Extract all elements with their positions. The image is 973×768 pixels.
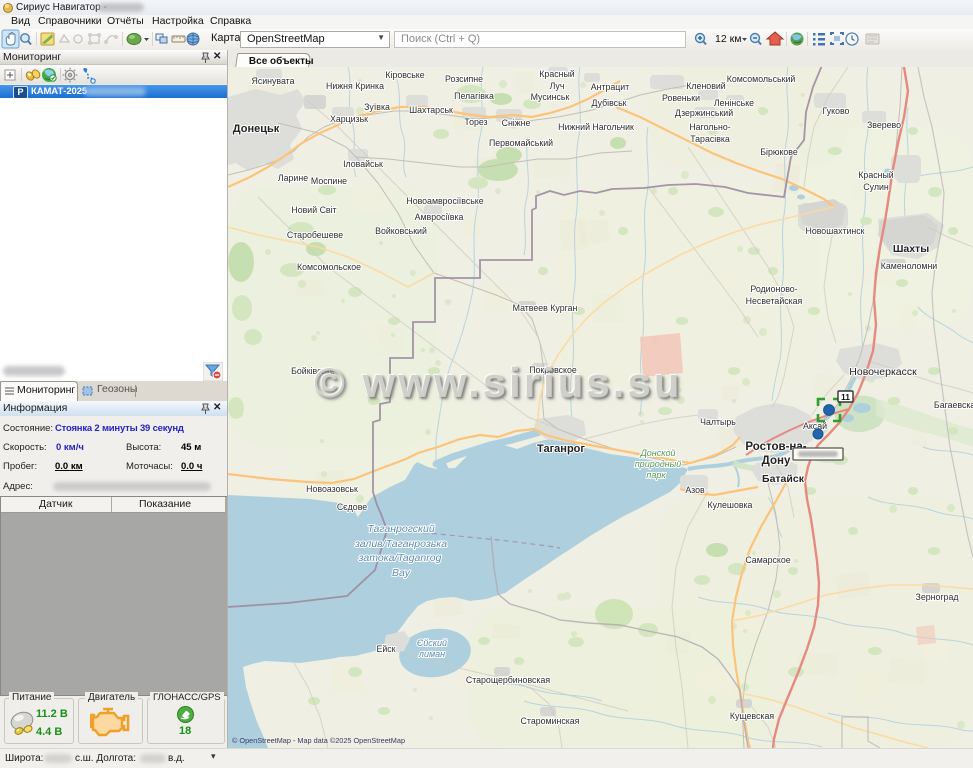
svg-text:Луч: Луч: [550, 81, 565, 91]
svg-text:Новошахтинск: Новошахтинск: [805, 226, 864, 236]
svg-text:Єйский: Єйский: [417, 638, 447, 648]
svg-text:Войковський: Войковський: [375, 226, 427, 236]
svg-text:12 км: 12 км: [715, 33, 741, 45]
svg-text:Зерноград: Зерноград: [916, 592, 959, 602]
svg-text:Ясинувата: Ясинувата: [251, 76, 294, 86]
svg-text:Моспине: Моспине: [311, 176, 347, 186]
svg-text:Шахты: Шахты: [893, 243, 929, 255]
svg-text:Сніжне: Сніжне: [502, 118, 531, 128]
svg-text:Новоамвросіївське: Новоамвросіївське: [406, 196, 483, 206]
svg-text:Зверево: Зверево: [867, 120, 901, 130]
svg-text:Нижня Кринка: Нижня Кринка: [326, 81, 384, 91]
svg-text:Дубівськ: Дубівськ: [591, 98, 626, 108]
svg-text:Каменоломни: Каменоломни: [881, 261, 938, 271]
svg-text:Староминская: Староминская: [521, 716, 580, 726]
svg-text:Родионово-: Родионово-: [750, 284, 797, 294]
svg-text:Батайск: Батайск: [762, 473, 805, 485]
svg-text:природный: природный: [635, 459, 682, 469]
svg-text:Кулешовка: Кулешовка: [708, 500, 753, 510]
svg-text:Багаевская: Багаевская: [934, 400, 973, 410]
svg-text:11: 11: [841, 392, 850, 402]
svg-text:парк: парк: [646, 470, 666, 480]
svg-text:Сєдове: Сєдове: [337, 502, 367, 512]
svg-text:Ларине: Ларине: [278, 173, 308, 183]
svg-text:Таганрог: Таганрог: [537, 443, 585, 455]
svg-text:Дзержинський: Дзержинський: [675, 108, 733, 118]
svg-text:Амвросіївка: Амвросіївка: [415, 212, 464, 222]
svg-text:Самарское: Самарское: [745, 555, 790, 565]
svg-text:Старощербиновская: Старощербиновская: [466, 675, 550, 685]
svg-text:Чалтырь: Чалтырь: [700, 417, 736, 427]
svg-text:Донецьк: Донецьк: [233, 123, 280, 135]
svg-text:Таганрогский: Таганрогский: [367, 523, 434, 535]
svg-text:Мусинськ: Мусинськ: [531, 92, 570, 102]
svg-text:Новочеркасск: Новочеркасск: [849, 366, 917, 378]
svg-text:Первомайський: Первомайський: [489, 138, 553, 148]
svg-text:Гуково: Гуково: [823, 106, 850, 116]
svg-text:Зуївка: Зуївка: [364, 102, 390, 112]
svg-text:Кіровське: Кіровське: [385, 70, 424, 80]
svg-text:Харцизьк: Харцизьк: [330, 114, 368, 124]
svg-text:Пелагівка: Пелагівка: [454, 91, 494, 101]
svg-text:Дону: Дону: [762, 455, 791, 467]
svg-text:Азов: Азов: [685, 485, 705, 495]
svg-text:Bay: Bay: [392, 567, 411, 579]
svg-text:Красный: Красный: [539, 69, 574, 79]
svg-text:Несветайская: Несветайская: [746, 296, 803, 306]
svg-text:Ровеньки: Ровеньки: [662, 93, 700, 103]
svg-text:Торез: Торез: [464, 117, 487, 127]
svg-text:Нагольно-: Нагольно-: [689, 122, 730, 132]
svg-text:Комсомольський: Комсомольський: [727, 74, 796, 84]
svg-text:Новий Світ: Новий Світ: [291, 205, 336, 215]
svg-text:Шахтарськ: Шахтарськ: [409, 105, 453, 115]
svg-text:залив/Таганрозька: залив/Таганрозька: [354, 538, 447, 550]
svg-text:Ейск: Ейск: [376, 644, 395, 654]
svg-text:Тарасівка: Тарасівка: [690, 134, 730, 144]
svg-text:Донской: Донской: [639, 448, 675, 458]
svg-text:затока/Taganrog: затока/Taganrog: [358, 552, 442, 564]
svg-text:Матвеев Курган: Матвеев Курган: [513, 303, 578, 313]
svg-text:Красный: Красный: [858, 170, 893, 180]
svg-text:Бірюкове: Бірюкове: [760, 147, 798, 157]
svg-text:Іловайськ: Іловайськ: [343, 159, 383, 169]
svg-text:Кущевская: Кущевская: [730, 711, 774, 721]
svg-text:Розсипне: Розсипне: [445, 74, 483, 84]
svg-text:Антрацит: Антрацит: [591, 82, 630, 92]
svg-text:лиман: лиман: [418, 649, 445, 659]
svg-text:Кленовий: Кленовий: [686, 81, 725, 91]
svg-text:Новоазовськ: Новоазовськ: [306, 484, 358, 494]
svg-text:Ленінське: Ленінське: [714, 98, 754, 108]
svg-text:Комсомольское: Комсомольское: [297, 262, 361, 272]
svg-text:Старобешеве: Старобешеве: [287, 230, 343, 240]
svg-text:Нижний Нагольчик: Нижний Нагольчик: [558, 122, 634, 132]
svg-text:Сулин: Сулин: [863, 182, 889, 192]
